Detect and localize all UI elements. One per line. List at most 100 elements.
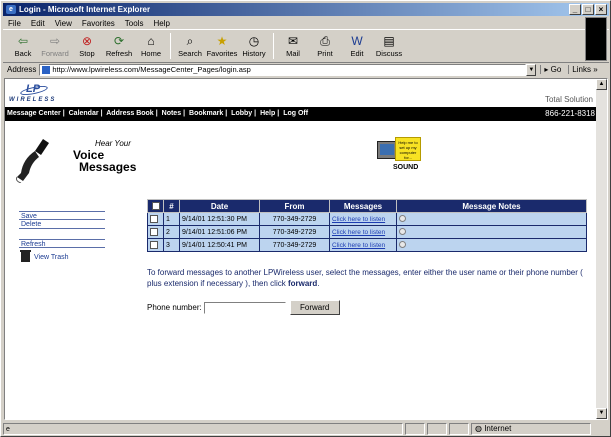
- nav-lobby[interactable]: Lobby: [231, 110, 252, 117]
- menu-edit[interactable]: Edit: [26, 19, 50, 28]
- ie-icon: e: [6, 5, 16, 14]
- forward-form: Phone number: Forward: [147, 300, 340, 315]
- globe-icon: ◍: [475, 424, 485, 433]
- message-checkbox[interactable]: [150, 241, 158, 249]
- search-icon: ⌕: [186, 34, 194, 48]
- tagline: Total Solution: [544, 95, 593, 104]
- site-nav: Message Center | Calendar | Address Book | …: [5, 107, 598, 121]
- message-from: 770-349-2729: [259, 238, 330, 252]
- windows-logo-icon: [585, 17, 607, 61]
- select-all-checkbox[interactable]: [151, 202, 160, 211]
- telephone-handset-icon: [16, 139, 49, 183]
- address-label: Address: [7, 65, 37, 74]
- home-button[interactable]: ⌂ Home: [135, 31, 167, 58]
- browser-window: e Login - Microsoft Internet Explorer _ …: [0, 0, 611, 437]
- delete-link[interactable]: Delete: [19, 220, 105, 229]
- stop-button[interactable]: ⊗ Stop: [71, 31, 103, 58]
- save-link[interactable]: Save: [19, 211, 105, 220]
- address-dropdown-button[interactable]: ▼: [526, 63, 537, 76]
- menu-file[interactable]: File: [3, 19, 26, 28]
- discuss-button[interactable]: ▤ Discuss: [373, 31, 405, 58]
- go-button[interactable]: ▸ Go: [540, 65, 564, 74]
- nav-notes[interactable]: Notes: [162, 110, 181, 117]
- address-bar: Address http://www.lpwireless.com/Messag…: [3, 62, 609, 76]
- listen-link[interactable]: Click here to listen: [332, 242, 385, 249]
- message-checkbox[interactable]: [150, 228, 158, 236]
- minimize-button[interactable]: _: [569, 4, 581, 15]
- col-messages: Messages: [329, 199, 397, 213]
- sound-setup-link[interactable]: Help me to set up my computer for... SOU…: [377, 137, 429, 175]
- favorites-icon: ★: [216, 34, 228, 48]
- favorites-button[interactable]: ★ Favorites: [206, 31, 238, 58]
- scroll-down-button[interactable]: ▼: [596, 408, 607, 419]
- col-from: From: [259, 199, 330, 213]
- refresh-link[interactable]: Refresh: [19, 239, 105, 248]
- nav-help[interactable]: Help: [260, 110, 275, 117]
- menu-help[interactable]: Help: [148, 19, 174, 28]
- discuss-icon: ▤: [383, 34, 395, 48]
- add-note-icon[interactable]: [399, 241, 406, 249]
- message-number: 2: [163, 225, 180, 239]
- message-date: 9/14/01 12:50:41 PM: [179, 238, 260, 252]
- message-from: 770-349-2729: [259, 212, 330, 226]
- message-checkbox[interactable]: [150, 215, 158, 223]
- refresh-icon: ⟳: [113, 34, 125, 48]
- title-bar: e Login - Microsoft Internet Explorer _ …: [3, 3, 609, 16]
- add-note-icon[interactable]: [399, 215, 406, 223]
- close-button[interactable]: ×: [595, 4, 607, 15]
- forward-icon: ⇨: [49, 34, 61, 48]
- forward-instructions: To forward messages to another LPWireles…: [147, 268, 583, 288]
- view-trash-link[interactable]: View Trash: [19, 250, 105, 262]
- page-content: LP WIRELESS Total Solution Message Cente…: [4, 78, 608, 420]
- menu-favorites[interactable]: Favorites: [77, 19, 120, 28]
- address-input[interactable]: http://www.lpwireless.com/MessageCenter_…: [39, 63, 527, 76]
- support-phone: 866-221-8318: [545, 109, 595, 118]
- history-button[interactable]: ◷ History: [238, 31, 270, 58]
- page-status-icon: e: [6, 426, 10, 433]
- message-date: 9/14/01 12:51:06 PM: [179, 225, 260, 239]
- nav-address-book[interactable]: Address Book: [106, 110, 153, 117]
- table-row: 3 9/14/01 12:50:41 PM 770-349-2729 Click…: [147, 238, 587, 252]
- banner-voice-messages: Voice Messages: [73, 148, 137, 174]
- search-button[interactable]: ⌕ Search: [174, 31, 206, 58]
- message-from: 770-349-2729: [259, 225, 330, 239]
- forward-button[interactable]: Forward: [289, 300, 340, 315]
- status-bar: e ◍ Internet: [3, 422, 609, 436]
- voice-messages-banner: Hear Your Voice Messages: [11, 135, 151, 185]
- history-icon: ◷: [248, 34, 260, 48]
- add-note-icon[interactable]: [399, 228, 406, 236]
- trash-icon: [20, 250, 31, 262]
- toolbar: ⇦ Back ⇨ Forward ⊗ Stop ⟳ Refresh ⌂ Home ⌕ Sea…: [3, 31, 583, 61]
- vertical-scrollbar[interactable]: ▲ ▼: [596, 79, 607, 419]
- page-icon: [42, 65, 51, 74]
- back-button[interactable]: ⇦ Back: [7, 31, 39, 58]
- menu-tools[interactable]: Tools: [120, 19, 149, 28]
- mail-button[interactable]: ✉ Mail: [277, 31, 309, 58]
- banner-hear-your: Hear Your: [95, 139, 131, 148]
- maximize-button[interactable]: □: [582, 4, 594, 15]
- links-button[interactable]: Links »: [568, 65, 600, 74]
- nav-message-center[interactable]: Message Center: [7, 110, 61, 117]
- home-icon: ⌂: [147, 34, 155, 48]
- col-number: #: [163, 199, 180, 213]
- listen-link[interactable]: Click here to listen: [332, 229, 385, 236]
- sound-help-badge: Help me to set up my computer for...: [395, 137, 421, 161]
- nav-log-off[interactable]: Log Off: [283, 110, 308, 117]
- message-number: 1: [163, 212, 180, 226]
- col-date: Date: [179, 199, 260, 213]
- forward-button[interactable]: ⇨ Forward: [39, 31, 71, 58]
- table-header-row: # Date From Messages Message Notes: [147, 199, 587, 213]
- edit-button[interactable]: W Edit: [341, 31, 373, 58]
- menu-view[interactable]: View: [50, 19, 77, 28]
- scroll-up-button[interactable]: ▲: [596, 79, 607, 90]
- select-all-header: [147, 199, 164, 213]
- nav-calendar[interactable]: Calendar: [69, 110, 99, 117]
- print-button[interactable]: ⎙ Print: [309, 31, 341, 58]
- refresh-button[interactable]: ⟳ Refresh: [103, 31, 135, 58]
- nav-bookmark[interactable]: Bookmark: [189, 110, 223, 117]
- message-number: 3: [163, 238, 180, 252]
- window-title: Login - Microsoft Internet Explorer: [19, 5, 151, 14]
- listen-link[interactable]: Click here to listen: [332, 216, 385, 223]
- phone-number-input[interactable]: [203, 301, 286, 314]
- back-icon: ⇦: [17, 34, 29, 48]
